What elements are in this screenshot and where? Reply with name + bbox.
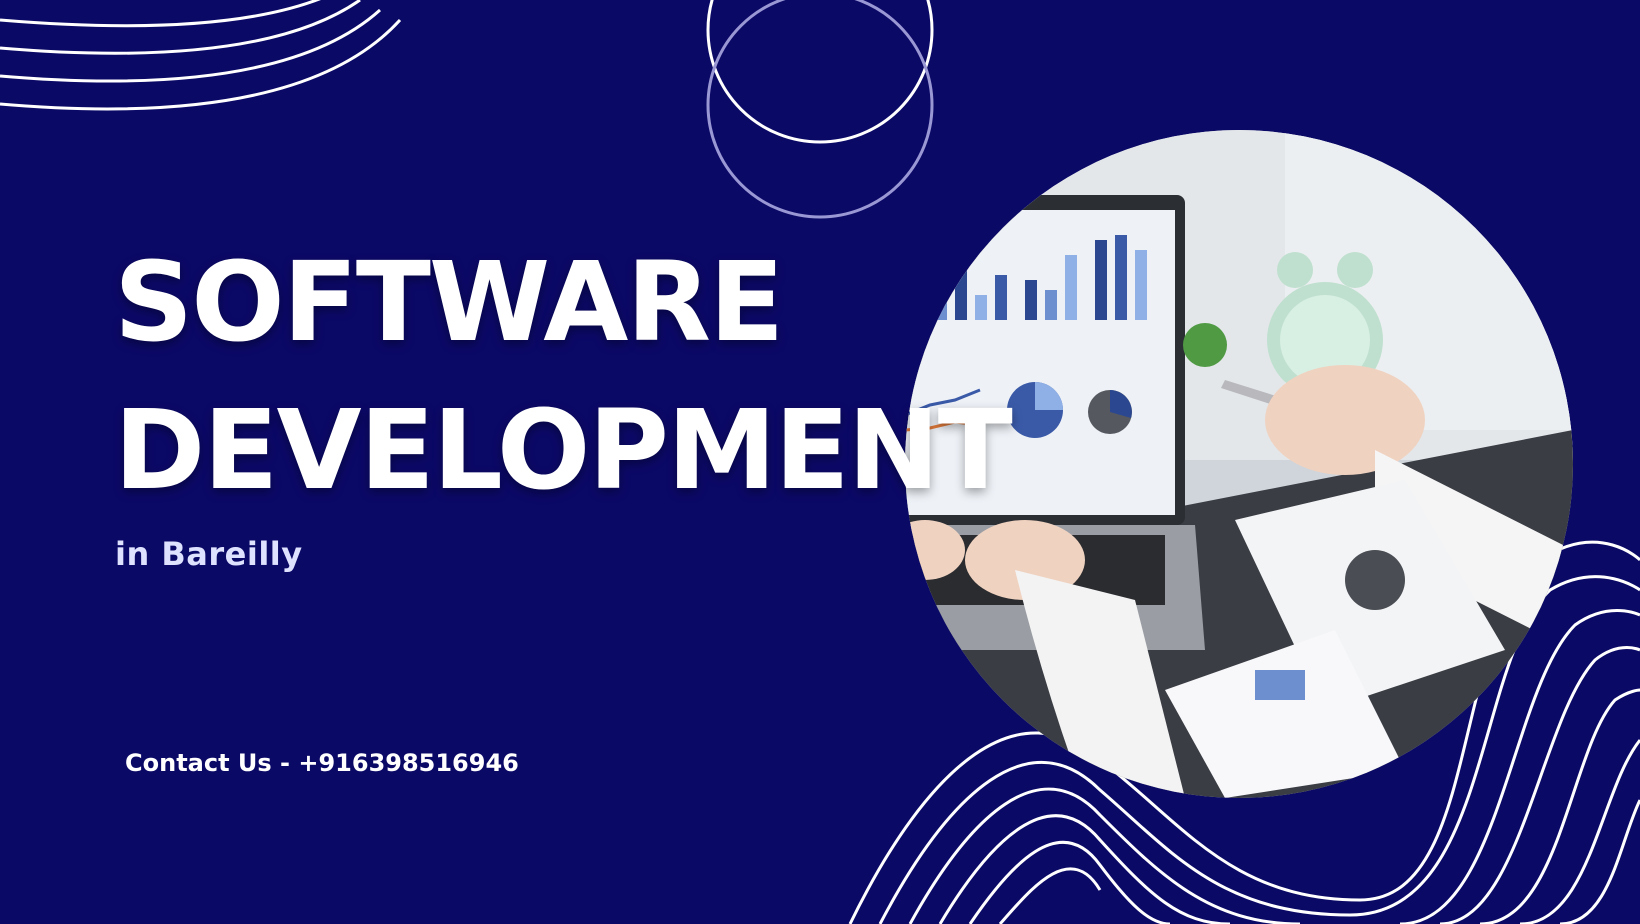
title-line-1: SOFTWARE xyxy=(114,238,784,366)
page-title: SOFTWARE DEVELOPMENT xyxy=(114,228,1013,524)
top-left-wave-4 xyxy=(0,18,402,111)
contact-text: Contact Us - +916398516946 xyxy=(125,749,519,777)
top-left-wave-2 xyxy=(0,0,361,55)
banner: SOFTWARE DEVELOPMENT in Bareilly Contact… xyxy=(0,0,1640,924)
location-subtitle: in Bareilly xyxy=(115,535,303,573)
top-left-wave-1 xyxy=(0,0,321,28)
top-circle-1 xyxy=(706,0,934,144)
title-line-2: DEVELOPMENT xyxy=(114,386,1013,514)
